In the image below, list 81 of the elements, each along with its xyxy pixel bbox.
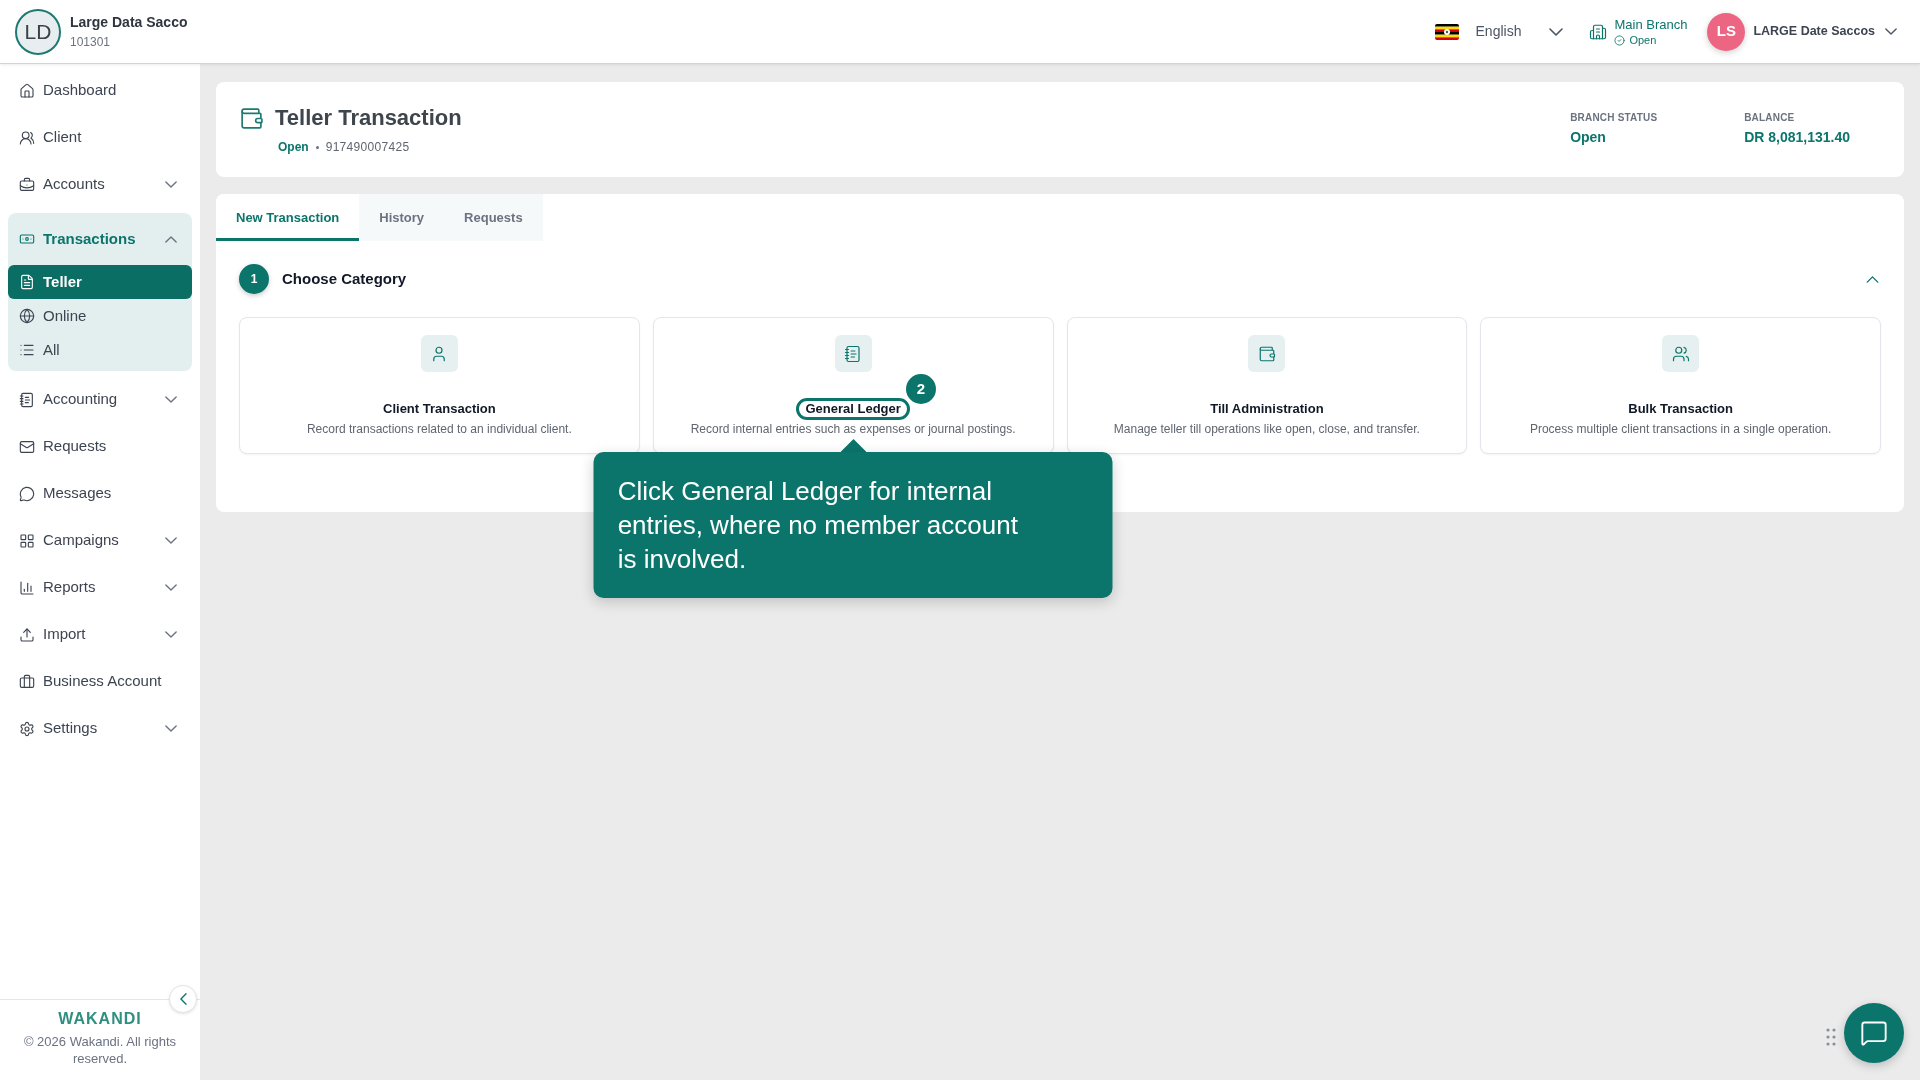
users-icon: [1662, 335, 1700, 372]
nav-link[interactable]: Messages: [0, 470, 200, 517]
stat-label: BALANCE: [1744, 111, 1796, 125]
card-title: Till Administration: [1210, 401, 1324, 417]
card-title: Client Transaction: [383, 401, 496, 417]
globe-icon: [19, 308, 35, 324]
user-menu[interactable]: LS LARGE Date Saccos: [1707, 12, 1897, 51]
org-avatar: LD: [15, 8, 61, 55]
language-selector[interactable]: English: [1434, 21, 1564, 42]
step-title: Choose Category: [282, 268, 407, 289]
banknote-icon: [19, 231, 35, 247]
stat-label: BRANCH STATUS: [1570, 111, 1659, 125]
chat-icon: [1860, 1019, 1888, 1047]
house-icon: [19, 82, 35, 99]
briefcase-icon: [19, 673, 35, 690]
nav-link[interactable]: Accounting: [0, 376, 200, 423]
nav-link[interactable]: Requests: [0, 423, 200, 470]
step-badge: 2: [905, 374, 936, 404]
chevron-left-icon: [179, 993, 187, 1005]
chevron-down-icon: [1549, 27, 1564, 36]
tab[interactable]: New Transaction: [216, 194, 360, 241]
collapse-sidebar-button[interactable]: [169, 985, 197, 1013]
nav-link[interactable]: Teller: [8, 265, 192, 299]
tooltip-text: Click General Ledger for internal entries, where no member account is involved.: [617, 475, 1019, 576]
step-number: 1: [239, 264, 269, 294]
upload-icon: [19, 626, 35, 643]
stat-value: DR 8,081,131.40: [1744, 128, 1850, 146]
nav-link[interactable]: Client: [0, 114, 200, 161]
users-icon: [19, 129, 35, 146]
user-avatar: LS: [1707, 12, 1746, 51]
briefcase-icon: [19, 176, 35, 193]
nav-link[interactable]: Dashboard: [0, 67, 200, 114]
category-card[interactable]: General Ledger 2 Record internal entries such as expenses or journal postings.: [652, 317, 1054, 454]
notebook-icon: [19, 391, 35, 408]
user-icon: [420, 335, 458, 372]
tab[interactable]: History: [359, 194, 445, 241]
card-description: Record internal entries such as expenses or journal postings.: [690, 421, 1016, 437]
nav-link[interactable]: Campaigns: [0, 517, 200, 564]
nav-link[interactable]: Online: [8, 299, 192, 333]
chat-bubble-icon: [19, 485, 35, 502]
card-description: Manage teller till operations like open, close, and transfer.: [1113, 421, 1420, 437]
drag-handle-icon[interactable]: [1826, 1028, 1836, 1046]
category-card[interactable]: Till Administration Manage teller till operations like open, close, and transfer.: [1066, 317, 1468, 454]
check-circle-icon: [1614, 34, 1626, 46]
nav-link[interactable]: Transactions: [8, 213, 192, 265]
nav-link[interactable]: Accounts: [0, 161, 200, 208]
chevron-up-icon[interactable]: [1866, 275, 1879, 283]
card-description: Record transactions related to an individual client.: [306, 421, 572, 437]
org-code: 101301: [70, 35, 112, 50]
category-card[interactable]: Client Transaction Record transactions related to an individual client.: [239, 317, 640, 454]
nav-link[interactable]: Settings: [0, 705, 200, 752]
brand-wordmark: WAKANDI: [58, 1009, 142, 1029]
card-title: General Ledger: [796, 398, 910, 420]
teller-id: 917490007425: [325, 139, 410, 156]
settings-icon: [19, 720, 35, 737]
grid-icon: [19, 532, 35, 549]
page-title: Teller Transaction: [275, 104, 462, 132]
chat-button[interactable]: [1844, 1003, 1904, 1063]
notebook-icon: [834, 335, 872, 372]
bar-chart-icon: [19, 579, 35, 596]
flag-icon: [1434, 23, 1459, 40]
stat-value: Open: [1570, 128, 1607, 146]
document-icon: [19, 274, 35, 290]
list-icon: [19, 342, 35, 358]
nav-link[interactable]: Reports: [0, 564, 200, 611]
org-name: Large Data Sacco: [70, 13, 188, 31]
nav-link[interactable]: Import: [0, 611, 200, 658]
nav-link[interactable]: All: [8, 333, 192, 367]
building-icon: [1589, 22, 1608, 41]
branch-selector[interactable]: Main Branch Open: [1589, 16, 1688, 47]
wallet-icon: [1248, 335, 1286, 372]
card-description: Process multiple client transactions in a single operation.: [1529, 421, 1832, 437]
wallet-icon: [239, 106, 264, 131]
tab[interactable]: Requests: [444, 194, 543, 241]
chevron-down-icon: [1885, 28, 1897, 35]
teller-status: Open: [278, 139, 309, 156]
category-card[interactable]: Bulk Transaction Process multiple client transactions in a single operation.: [1480, 317, 1881, 454]
mail-icon: [19, 438, 35, 455]
copyright-text: © 2026 Wakandi. All rights reserved.: [22, 1033, 178, 1067]
nav-link[interactable]: Business Account: [0, 658, 200, 705]
card-title: Bulk Transaction: [1628, 401, 1733, 417]
